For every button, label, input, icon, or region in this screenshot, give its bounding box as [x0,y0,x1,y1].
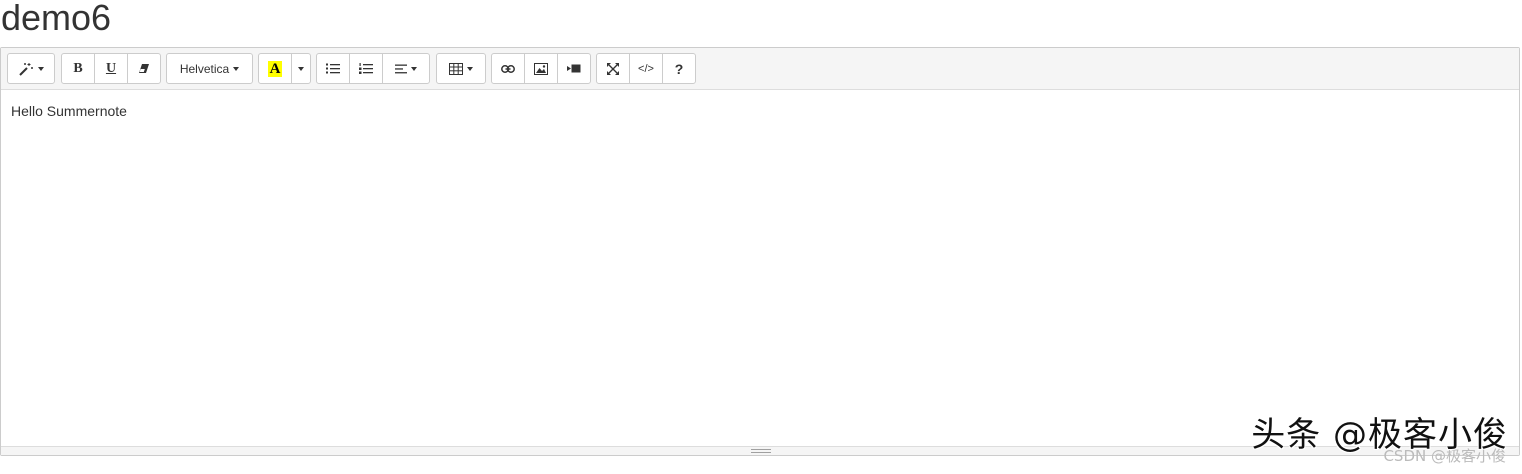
align-left-icon [395,64,407,74]
arrows-expand-icon [607,62,619,75]
caret-down-icon [467,66,473,71]
watermark-primary: 头条 @极客小俊 [1251,415,1508,455]
bold-button[interactable]: B [61,53,95,84]
codeview-button[interactable]: </> [629,53,663,84]
list-ol-icon [359,62,373,75]
page-title: demo6 [1,0,112,38]
eraser-icon [138,63,150,74]
caret-down-icon [298,66,304,71]
table-dropdown-button[interactable] [436,53,486,84]
view-group: </> ? [596,53,696,84]
help-button[interactable]: ? [662,53,696,84]
magic-wand-icon [18,62,34,76]
recent-color-button[interactable]: A [258,53,292,84]
editor-content-area[interactable]: Hello Summernote [1,90,1519,446]
picture-icon [534,62,548,75]
paragraph-group [316,53,430,84]
underline-button[interactable]: U [94,53,128,84]
clear-format-button[interactable] [127,53,161,84]
font-name-group: Helvetica [166,53,253,84]
ordered-list-button[interactable] [349,53,383,84]
caret-down-icon [411,66,417,71]
table-group [436,53,486,84]
video-icon [567,64,581,73]
list-ul-icon [326,63,340,74]
video-button[interactable] [557,53,591,84]
summernote-editor: B U Helvetica A </> ? Hello Summernote [0,47,1520,456]
unordered-list-button[interactable] [316,53,350,84]
paragraph-dropdown-button[interactable] [382,53,430,84]
link-button[interactable] [491,53,525,84]
link-icon [501,64,515,73]
editor-paragraph: Hello Summernote [11,103,127,119]
fullscreen-button[interactable] [596,53,630,84]
color-group: A [258,53,311,84]
color-dropdown-button[interactable] [291,53,311,84]
insert-group [491,53,591,84]
picture-button[interactable] [524,53,558,84]
caret-down-icon [233,66,240,71]
table-icon [449,62,463,75]
font-name-dropdown[interactable]: Helvetica [166,53,253,84]
caret-down-icon [38,66,44,71]
font-name-label: Helvetica [179,61,230,76]
style-dropdown-button[interactable] [7,53,55,84]
font-style-group: B U [61,53,161,84]
font-color-icon: A [268,60,282,77]
editor-toolbar: B U Helvetica A </> ? [1,48,1519,90]
resize-handle[interactable] [751,449,771,453]
style-group [7,53,55,84]
